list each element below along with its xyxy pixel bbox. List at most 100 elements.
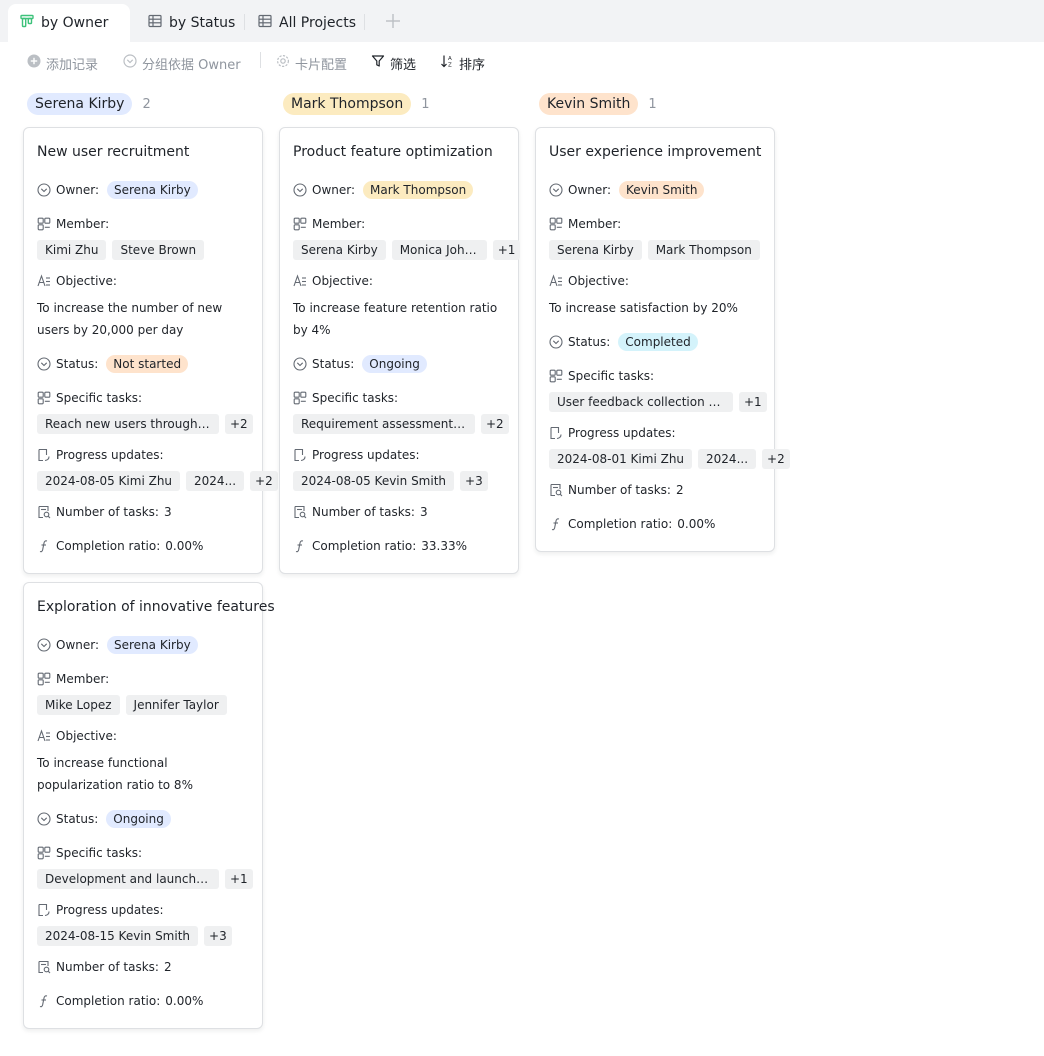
field-label: Specific tasks: (312, 391, 399, 405)
tab-divider (244, 14, 245, 30)
grid-table-icon (148, 14, 162, 32)
progress-tags: 2024-08-15 Kevin Smith +3 (37, 926, 232, 946)
field-label: Member: (312, 217, 366, 231)
text-field-icon (293, 274, 306, 287)
objective-field: Objective: (37, 727, 117, 745)
task-tags: User feedback collection and ... +1 (549, 392, 767, 412)
text-field-icon (37, 274, 50, 287)
field-label: Owner: (568, 183, 612, 197)
group-by-button[interactable]: 分组依据 Owner (123, 53, 241, 73)
objective-text: To increase satisfaction by 20% (549, 301, 738, 315)
field-label: Status: (56, 812, 99, 826)
field-label: Specific tasks: (568, 369, 655, 383)
objective-text: To increase the number of new users by 2… (37, 301, 223, 337)
more-count[interactable]: +1 (492, 240, 521, 260)
column-header-kevin-smith[interactable]: Kevin Smith 1 (539, 92, 657, 116)
more-count[interactable]: +2 (481, 414, 509, 434)
status-field: Status: Completed (549, 333, 698, 351)
completion-value: 0.00% (165, 994, 204, 1008)
sort-button[interactable]: AZ 排序 (440, 53, 485, 73)
card-config-button[interactable]: 卡片配置 (276, 53, 347, 73)
project-card[interactable]: Product feature optimization Owner: Mark… (279, 127, 521, 574)
field-label: Progress updates: (56, 903, 164, 917)
member-tags: Serena Kirby Mark Thompson (549, 240, 760, 260)
status-pill: Completed (618, 333, 698, 351)
text-field-icon (549, 274, 562, 287)
group-count: 1 (421, 96, 430, 112)
column-header-serena-kirby[interactable]: Serena Kirby 2 (27, 92, 151, 116)
single-select-icon (293, 183, 307, 197)
objective-field: Objective: (293, 272, 373, 290)
completion-field: Completion ratio: 33.33% (293, 537, 467, 555)
field-label: Specific tasks: (56, 391, 143, 405)
more-count[interactable]: +2 (250, 471, 278, 491)
field-label: Status: (312, 357, 355, 371)
member-field: Member: (549, 215, 621, 233)
add-view-button[interactable] (384, 12, 402, 30)
objective-field: Objective: (37, 272, 117, 290)
owner-group-pill: Mark Thompson (283, 93, 412, 115)
status-pill: Ongoing (362, 355, 427, 373)
card-title: New user recruitment (37, 144, 190, 160)
tab-by-status[interactable]: by Status (136, 4, 247, 42)
num-tasks-field: Number of tasks: 2 (549, 481, 684, 499)
progress-tag: 2024-08-05 Kevin Smith (293, 471, 455, 491)
single-select-icon (37, 183, 51, 197)
single-select-icon (37, 812, 51, 826)
progress-field: Progress updates: (37, 901, 164, 919)
completion-value: 33.33% (421, 539, 468, 553)
single-select-icon (549, 183, 563, 197)
completion-value: 0.00% (677, 517, 716, 531)
count-icon (38, 960, 51, 974)
more-count[interactable]: +3 (460, 471, 488, 491)
member-tags: Serena Kirby Monica John... +1 (293, 240, 521, 260)
member-tag: Serena Kirby (293, 240, 386, 260)
tasks-field: Specific tasks: (293, 389, 398, 407)
status-field: Status: Not started (37, 355, 189, 373)
tasks-field: Specific tasks: (37, 844, 142, 862)
num-tasks-field: Number of tasks: 3 (293, 503, 428, 521)
field-label: Status: (568, 335, 611, 349)
field-label: Objective: (312, 274, 373, 288)
tab-all-projects[interactable]: All Projects (246, 4, 368, 42)
progress-tag: 2024-08-05 Kimi Zhu (37, 471, 181, 491)
tab-label: All Projects (279, 15, 356, 31)
linked-record-icon (37, 391, 51, 405)
member-field: Member: (37, 670, 109, 688)
multi-select-icon (37, 672, 51, 686)
owner-group-pill: Serena Kirby (27, 93, 133, 115)
num-tasks-value: 2 (163, 960, 172, 974)
view-toolbar: 添加记录 分组依据 Owner 卡片配置 筛选 AZ 排序 (0, 42, 1044, 82)
project-card[interactable]: User experience improvement Owner: Kevin… (535, 127, 790, 552)
project-card[interactable]: New user recruitment Owner: Serena Kirby… (23, 127, 278, 574)
filter-button[interactable]: 筛选 (371, 53, 416, 73)
completion-value: 0.00% (165, 539, 204, 553)
card-config-label: 卡片配置 (295, 57, 348, 73)
num-tasks-field: Number of tasks: 3 (37, 503, 172, 521)
more-count[interactable]: +3 (204, 926, 232, 946)
tab-by-owner[interactable]: by Owner (8, 4, 130, 42)
field-label: Owner: (56, 183, 100, 197)
field-label: Owner: (312, 183, 356, 197)
add-record-button[interactable]: 添加记录 (27, 53, 98, 73)
owner-value-pill: Serena Kirby (107, 181, 198, 199)
more-count[interactable]: +2 (762, 449, 790, 469)
field-label: Number of tasks: (568, 483, 671, 497)
member-tag: Monica John... (391, 240, 487, 260)
sort-label: 排序 (459, 57, 486, 73)
more-count[interactable]: +1 (225, 869, 253, 889)
progress-tags: 2024-08-05 Kimi Zhu 2024... +2 (37, 471, 278, 491)
column-header-mark-thompson[interactable]: Mark Thompson 1 (283, 92, 430, 116)
lookup-icon (38, 903, 50, 917)
num-tasks-field: Number of tasks: 2 (37, 958, 172, 976)
single-select-icon (293, 357, 307, 371)
more-count[interactable]: +2 (225, 414, 253, 434)
task-tags: Requirement assessment and... +2 (293, 414, 509, 434)
project-card[interactable]: Exploration of innovative features Owner… (23, 582, 275, 1029)
field-label: Status: (56, 357, 99, 371)
owner-value-pill: Kevin Smith (619, 181, 705, 199)
multi-select-icon (549, 217, 563, 231)
member-tag: Serena Kirby (549, 240, 642, 260)
linked-record-icon (549, 369, 563, 383)
more-count[interactable]: +1 (739, 392, 767, 412)
